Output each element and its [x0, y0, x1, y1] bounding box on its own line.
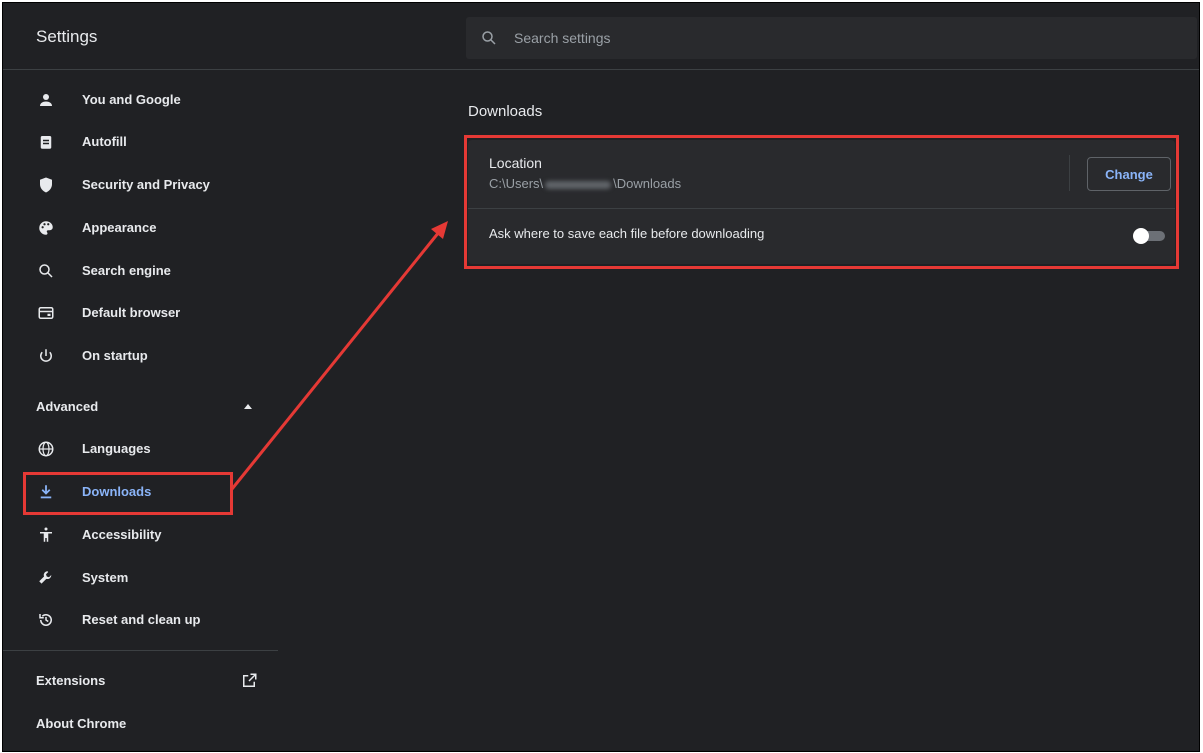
sidebar-item-on-startup[interactable]: On startup — [3, 336, 278, 376]
settings-window: Settings Search settings You and Google … — [2, 2, 1200, 752]
clipboard-icon — [40, 136, 52, 149]
annotation-box-downloads-item — [23, 472, 233, 515]
sidebar: You and Google Autofill Security and Pri… — [3, 70, 278, 751]
sidebar-item-system[interactable]: System — [3, 558, 278, 598]
wrench-icon — [39, 571, 52, 584]
sidebar-item-security-and-privacy[interactable]: Security and Privacy — [3, 165, 278, 205]
history-icon — [39, 614, 52, 626]
top-bar: Settings Search settings — [3, 3, 1199, 70]
shield-icon — [40, 177, 52, 193]
power-icon — [40, 349, 52, 362]
sidebar-item-autofill[interactable]: Autofill — [3, 122, 278, 162]
annotation-box-downloads-card — [464, 135, 1179, 269]
person-icon — [40, 94, 52, 106]
open-in-new-icon — [243, 673, 257, 687]
page-title: Settings — [36, 27, 98, 46]
sidebar-item-search-engine[interactable]: Search engine — [3, 251, 278, 291]
section-title: Downloads — [468, 103, 543, 120]
sidebar-item-label: Languages — [82, 441, 151, 456]
sidebar-item-you-and-google[interactable]: You and Google — [3, 80, 278, 120]
sidebar-item-label: Accessibility — [82, 527, 162, 542]
advanced-section-toggle[interactable]: Advanced — [3, 389, 278, 425]
sidebar-item-label: Extensions — [36, 673, 106, 688]
sidebar-item-label: Appearance — [82, 220, 157, 235]
search-icon — [39, 264, 53, 278]
advanced-label: Advanced — [36, 399, 99, 414]
sidebar-item-accessibility[interactable]: Accessibility — [3, 515, 278, 555]
search-icon — [482, 31, 496, 45]
sidebar-item-languages[interactable]: Languages — [3, 429, 278, 469]
search-input[interactable]: Search settings — [466, 17, 1197, 59]
accessibility-icon — [40, 527, 52, 542]
sidebar-item-about-chrome[interactable]: About Chrome — [3, 704, 278, 744]
sidebar-divider — [3, 650, 278, 651]
sidebar-item-default-browser[interactable]: Default browser — [3, 293, 278, 333]
sidebar-item-reset-and-clean-up[interactable]: Reset and clean up — [3, 600, 278, 640]
sidebar-item-label: System — [82, 570, 129, 585]
sidebar-item-label: Search engine — [82, 263, 171, 278]
sidebar-item-label: You and Google — [82, 92, 181, 107]
sidebar-item-appearance[interactable]: Appearance — [3, 208, 278, 248]
browser-window-icon — [38, 307, 54, 319]
sidebar-item-label: Autofill — [82, 134, 127, 149]
globe-icon — [38, 441, 54, 457]
palette-icon — [39, 221, 53, 235]
sidebar-item-label: Default browser — [82, 305, 181, 320]
sidebar-item-label: Security and Privacy — [82, 177, 210, 192]
sidebar-item-label: About Chrome — [36, 716, 127, 731]
sidebar-item-label: On startup — [82, 348, 148, 363]
search-placeholder: Search settings — [514, 30, 611, 46]
sidebar-item-label: Reset and clean up — [82, 612, 201, 627]
sidebar-item-extensions[interactable]: Extensions — [3, 661, 278, 701]
chevron-up-icon — [244, 404, 252, 409]
